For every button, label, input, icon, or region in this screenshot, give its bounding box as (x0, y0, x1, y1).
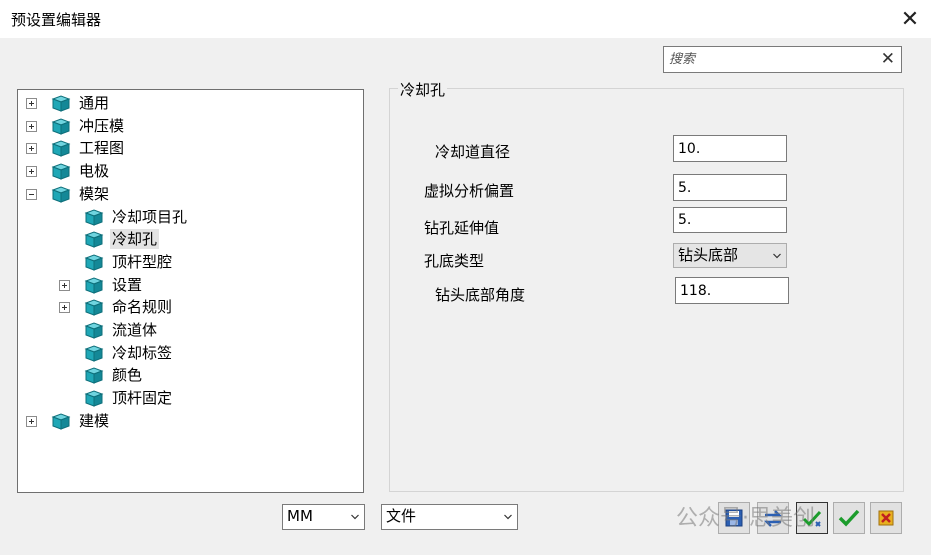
tree-item-label: 冷却标签 (112, 343, 173, 362)
tree-item[interactable]: 冲压模 (18, 115, 363, 137)
tree-item[interactable]: 工程图 (18, 137, 363, 159)
window-title: 预设置编辑器 (11, 11, 102, 29)
tree-item-label: 通用 (79, 94, 110, 112)
drill-tip-angle-input[interactable] (675, 277, 789, 304)
virtual-offset-input[interactable] (673, 174, 787, 201)
hole-bottom-type-label: 孔底类型 (424, 252, 485, 270)
tree-item-label: 模架 (79, 184, 110, 203)
check-apply-icon (802, 510, 822, 527)
chevron-down-icon (773, 253, 781, 259)
folder-cube-icon (51, 185, 71, 203)
tree-item[interactable]: 通用 (18, 92, 363, 114)
tree-item[interactable]: 顶杆型腔 (18, 251, 363, 273)
unit-select[interactable]: MM (282, 504, 365, 530)
tree-item[interactable]: 冷却标签 (18, 342, 363, 364)
tree-item-label: 流道体 (112, 321, 158, 339)
virtual-offset-label: 虚拟分析偏置 (424, 182, 515, 200)
tree-item[interactable]: 设置 (18, 274, 363, 296)
tree-item-label: 冷却孔 (110, 229, 160, 250)
search-box[interactable]: ✕ (663, 46, 902, 73)
tree-item-label: 顶杆型腔 (112, 252, 173, 271)
folder-cube-icon (84, 230, 104, 248)
tree-item[interactable]: 模架 (18, 183, 363, 205)
tree-item-label: 电极 (79, 162, 110, 181)
tree-item[interactable]: 顶杆固定 (18, 387, 363, 409)
tree-item-label: 颜色 (112, 366, 143, 385)
cancel-icon (878, 510, 894, 526)
folder-cube-icon (84, 253, 104, 271)
tree-item-label: 设置 (112, 275, 143, 294)
floppy-disk-icon (725, 509, 743, 527)
expand-icon[interactable] (26, 143, 37, 155)
folder-cube-icon (51, 94, 71, 112)
tree-item[interactable]: 冷却孔 (18, 228, 363, 250)
cancel-button[interactable] (870, 502, 902, 534)
swap-arrows-icon (763, 510, 783, 527)
folder-cube-icon (84, 208, 104, 226)
tree-item-label: 冲压模 (79, 116, 125, 135)
check-icon (838, 509, 860, 527)
import-export-button[interactable] (757, 502, 789, 534)
tree-item-label: 顶杆固定 (112, 389, 173, 408)
close-button[interactable]: ✕ (897, 6, 923, 32)
group-title: 冷却孔 (398, 79, 448, 100)
file-select[interactable]: 文件 (381, 504, 518, 530)
expand-icon[interactable] (26, 166, 37, 178)
clear-search-icon[interactable]: ✕ (881, 49, 895, 69)
tree-item-label: 建模 (79, 411, 110, 430)
apply-button[interactable] (796, 502, 828, 534)
channel-diameter-input[interactable] (673, 135, 787, 162)
expand-icon[interactable] (26, 98, 37, 109)
save-button[interactable] (718, 502, 750, 534)
expand-icon[interactable] (59, 302, 70, 314)
ok-button[interactable] (833, 502, 865, 534)
folder-cube-icon (51, 412, 71, 430)
hole-bottom-type-select[interactable]: 钻头底部 (673, 243, 787, 268)
chevron-down-icon (351, 514, 359, 520)
tree-item[interactable]: 电极 (18, 160, 363, 182)
drill-extension-label: 钻孔延伸值 (424, 219, 500, 237)
tree-item[interactable]: 冷却项目孔 (18, 206, 363, 228)
category-tree[interactable]: 通用冲压模工程图电极模架 冷却项目孔冷却孔顶杆型腔设置命名规则流道体冷却标签颜色顶… (17, 89, 364, 493)
drill-extension-input[interactable] (673, 207, 787, 233)
hole-bottom-type-value: 钻头底部 (678, 246, 739, 264)
collapse-icon[interactable] (26, 188, 37, 200)
folder-cube-icon (84, 366, 104, 385)
folder-cube-icon (84, 344, 104, 362)
folder-cube-icon (84, 298, 104, 317)
channel-diameter-label: 冷却道直径 (435, 143, 511, 161)
expand-icon[interactable] (26, 415, 37, 427)
folder-cube-icon (84, 389, 104, 407)
expand-icon[interactable] (26, 120, 37, 132)
tree-item-label: 工程图 (79, 139, 125, 158)
tree-item-label: 命名规则 (112, 298, 173, 317)
folder-cube-icon (84, 321, 104, 339)
tree-item-label: 冷却项目孔 (112, 207, 188, 226)
file-select-value: 文件 (386, 507, 417, 525)
search-input[interactable] (666, 49, 877, 70)
tree-item[interactable]: 命名规则 (18, 296, 363, 318)
drill-tip-angle-label: 钻头底部角度 (435, 286, 526, 304)
tree-item[interactable]: 流道体 (18, 319, 363, 341)
title-bar: 预设置编辑器 ✕ (0, 0, 931, 38)
chevron-down-icon (504, 514, 512, 520)
folder-cube-icon (51, 162, 71, 180)
unit-select-value: MM (287, 507, 313, 525)
expand-icon[interactable] (59, 279, 70, 291)
tree-item[interactable]: 颜色 (18, 364, 363, 386)
tree-item[interactable]: 建模 (18, 410, 363, 432)
folder-cube-icon (84, 276, 104, 294)
folder-cube-icon (51, 139, 71, 158)
folder-cube-icon (51, 117, 71, 135)
